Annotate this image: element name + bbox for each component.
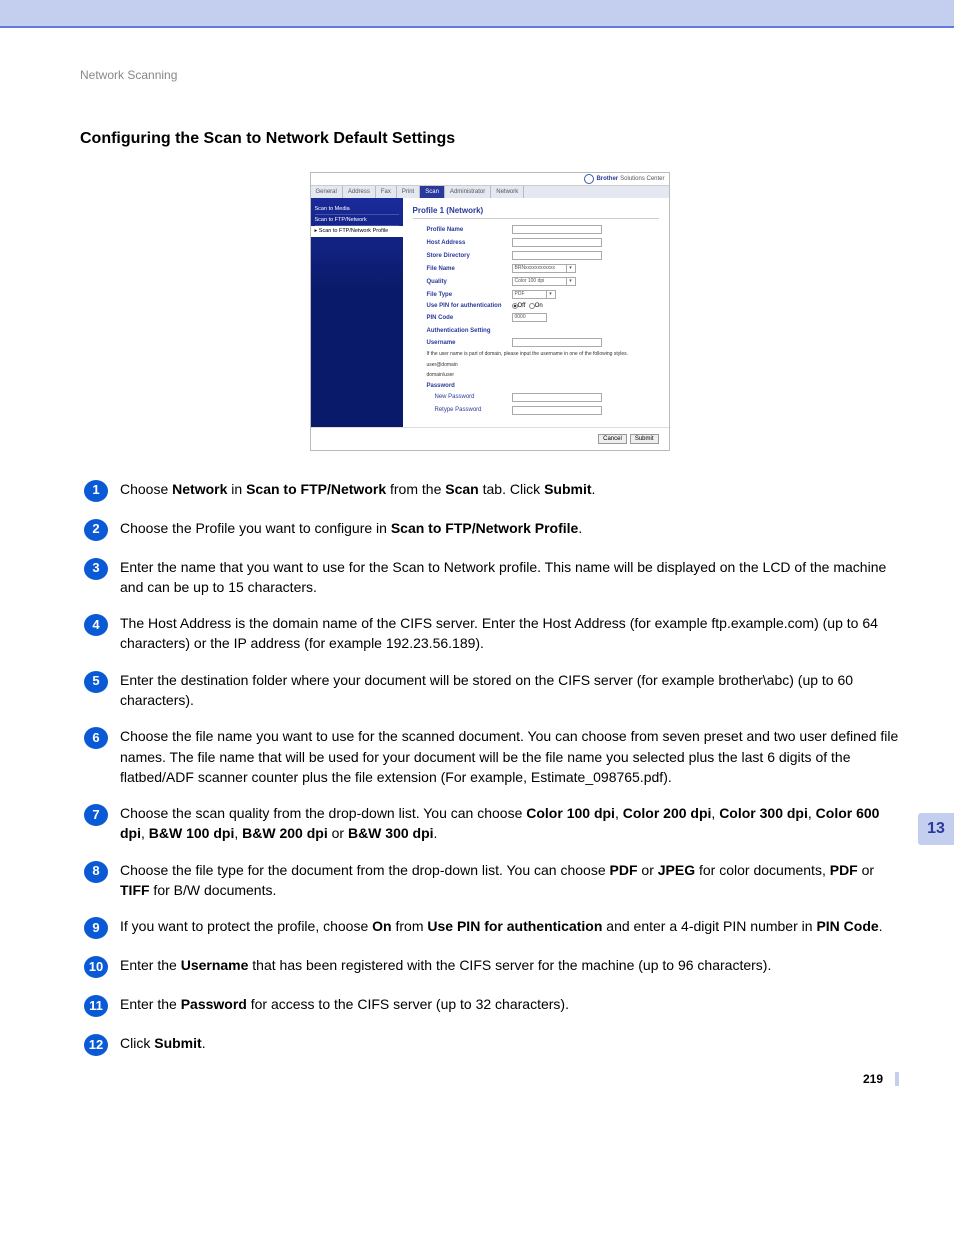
retype-password-input[interactable] <box>512 406 602 415</box>
tab-network[interactable]: Network <box>491 186 524 198</box>
step-item: 6 Choose the file name you want to use fo… <box>84 726 899 787</box>
file-name-input[interactable]: BRNxxxxxxxxxxxx <box>512 264 567 273</box>
step-item: 8 Choose the file type for the document f… <box>84 860 899 901</box>
panel-title: Profile 1 (Network) <box>413 206 659 219</box>
profile-name-input[interactable] <box>512 225 602 234</box>
pin-code-label: PIN Code <box>427 315 512 321</box>
step-item: 1 Choose Network in Scan to FTP/Network f… <box>84 479 899 502</box>
step-text: Enter the destination folder where your … <box>120 670 899 711</box>
header-bar <box>0 0 954 28</box>
step-text: Choose the Profile you want to configure… <box>120 518 899 538</box>
step-text: Enter the name that you want to use for … <box>120 557 899 598</box>
sidebar: Scan to Media Scan to FTP/Network ▸ Scan… <box>311 198 403 427</box>
brand-sub-label: Solutions Center <box>620 176 664 182</box>
step-number: 4 <box>84 614 108 636</box>
password-label: Password <box>427 383 659 389</box>
section-title: Configuring the Scan to Network Default … <box>80 130 899 148</box>
file-type-input[interactable]: PDF <box>512 290 547 299</box>
step-number: 5 <box>84 671 108 693</box>
file-type-label: File Type <box>427 292 512 298</box>
tab-general[interactable]: General <box>311 186 343 198</box>
step-number: 8 <box>84 861 108 883</box>
profile-name-label: Profile Name <box>427 227 512 233</box>
step-text: The Host Address is the domain name of t… <box>120 613 899 654</box>
step-number: 7 <box>84 804 108 826</box>
store-directory-input[interactable] <box>512 251 602 260</box>
pin-code-input[interactable]: 0000 <box>512 313 547 322</box>
tab-scan[interactable]: Scan <box>420 186 445 198</box>
username-note3: domain\user <box>427 372 659 379</box>
step-item: 9 If you want to protect the profile, cho… <box>84 916 899 939</box>
step-number: 3 <box>84 558 108 580</box>
step-text: Click Submit. <box>120 1033 899 1053</box>
username-note1: If the user name is part of domain, plea… <box>427 351 659 358</box>
tab-bar: General Address Fax Print Scan Administr… <box>311 186 669 198</box>
file-name-label: File Name <box>427 266 512 272</box>
step-list: 1 Choose Network in Scan to FTP/Network f… <box>80 479 899 1057</box>
step-item: 10 Enter the Username that has been regis… <box>84 955 899 978</box>
brand-label: Brother <box>596 176 618 182</box>
step-text: Choose the scan quality from the drop-do… <box>120 803 899 844</box>
step-item: 11 Enter the Password for access to the C… <box>84 994 899 1017</box>
username-input[interactable] <box>512 338 602 347</box>
step-number: 12 <box>84 1034 108 1056</box>
step-number: 10 <box>84 956 108 978</box>
tab-address[interactable]: Address <box>343 186 376 198</box>
embedded-screenshot: Brother Solutions Center General Address… <box>310 172 670 451</box>
step-item: 4 The Host Address is the domain name of … <box>84 613 899 654</box>
quality-label: Quality <box>427 279 512 285</box>
quality-dropdown[interactable]: ▾ <box>566 277 576 286</box>
file-name-dropdown[interactable]: ▾ <box>566 264 576 273</box>
page-number: 219 <box>80 1072 899 1086</box>
use-pin-label: Use PIN for authentication <box>427 303 512 309</box>
step-item: 3 Enter the name that you want to use for… <box>84 557 899 598</box>
step-item: 7 Choose the scan quality from the drop-d… <box>84 803 899 844</box>
quality-input[interactable]: Color 100 dpi <box>512 277 567 286</box>
breadcrumb: Network Scanning <box>80 68 899 82</box>
step-text: Choose the file name you want to use for… <box>120 726 899 787</box>
file-type-dropdown[interactable]: ▾ <box>546 290 556 299</box>
step-text: Choose Network in Scan to FTP/Network fr… <box>120 479 899 499</box>
sidebar-item-media[interactable]: Scan to Media <box>315 204 399 215</box>
submit-button[interactable]: Submit <box>630 434 659 444</box>
step-text: Choose the file type for the document fr… <box>120 860 899 901</box>
sidebar-item-profile[interactable]: ▸ Scan to FTP/Network Profile <box>311 226 403 237</box>
step-text: Enter the Username that has been registe… <box>120 955 899 975</box>
step-number: 9 <box>84 917 108 939</box>
tab-administrator[interactable]: Administrator <box>445 186 491 198</box>
step-item: 5 Enter the destination folder where your… <box>84 670 899 711</box>
on-label: On <box>535 303 543 309</box>
step-number: 11 <box>84 995 108 1017</box>
new-password-label: New Password <box>427 394 512 400</box>
tab-print[interactable]: Print <box>397 186 420 198</box>
username-note2: user@domain <box>427 362 659 369</box>
off-label: Off <box>518 303 526 309</box>
auth-setting-label: Authentication Setting <box>427 328 659 334</box>
step-text: If you want to protect the profile, choo… <box>120 916 899 936</box>
host-address-label: Host Address <box>427 240 512 246</box>
store-directory-label: Store Directory <box>427 253 512 259</box>
cancel-button[interactable]: Cancel <box>598 434 627 444</box>
host-address-input[interactable] <box>512 238 602 247</box>
new-password-input[interactable] <box>512 393 602 402</box>
globe-icon <box>584 174 594 184</box>
username-label: Username <box>427 340 512 346</box>
step-number: 6 <box>84 727 108 749</box>
step-item: 2 Choose the Profile you want to configur… <box>84 518 899 541</box>
chapter-tab: 13 <box>918 813 954 845</box>
step-number: 1 <box>84 480 108 502</box>
step-item: 12 Click Submit. <box>84 1033 899 1056</box>
tab-fax[interactable]: Fax <box>376 186 397 198</box>
retype-password-label: Retype Password <box>427 407 512 413</box>
step-number: 2 <box>84 519 108 541</box>
step-text: Enter the Password for access to the CIF… <box>120 994 899 1014</box>
sidebar-item-ftp[interactable]: Scan to FTP/Network <box>315 215 399 226</box>
